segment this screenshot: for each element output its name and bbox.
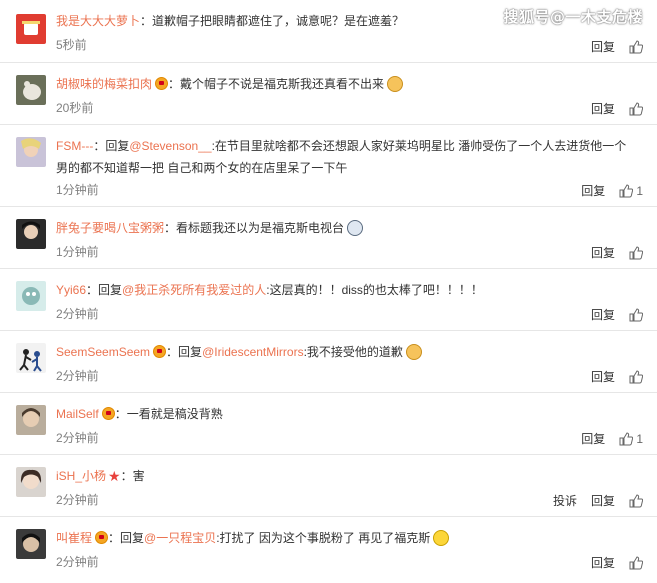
vip-crown-icon [101, 407, 115, 420]
reply-button[interactable]: 回复 [581, 182, 605, 199]
vip-crown-icon [153, 345, 167, 358]
comment-item: 胖兔子要喝八宝粥粥：看标题我还以为是福克斯电视台 1分钟前 回复 [0, 207, 657, 269]
thumbs-up-icon [629, 101, 643, 115]
comment-item: FSM---：回复@Stevenson__:在节目里就啥都不会还想跟人家好莱坞明… [0, 125, 657, 207]
mention-link[interactable]: @我正杀死所有我爱过的人 [122, 283, 266, 297]
comment-text: ：道歉帽子把眼睛都遮住了，诚意呢？是在遮羞？ [140, 14, 405, 28]
reply-button[interactable]: 回复 [591, 244, 615, 261]
comment-text: ：看标题我还以为是福克斯电视台 [164, 221, 345, 235]
timestamp: 1分钟前 [56, 183, 99, 197]
reply-button[interactable]: 回复 [591, 368, 615, 385]
username[interactable]: iSH_小杨 [56, 469, 106, 483]
cat-emoji-icon [405, 344, 422, 360]
comment-item: SeemSeemSeem ：回复@IridescentMirrors:我不接受他的… [0, 331, 657, 393]
like-button[interactable] [629, 555, 643, 570]
avatar[interactable] [16, 343, 46, 373]
timestamp: 2分钟前 [56, 555, 99, 569]
thumbs-up-icon [629, 39, 643, 53]
reply-button[interactable]: 回复 [581, 430, 605, 447]
like-button[interactable] [629, 101, 643, 116]
username[interactable]: FSM--- [56, 139, 93, 153]
like-button[interactable]: 1 [619, 432, 643, 446]
comment-item: 胡椒味的梅菜扣肉 ：戴个帽子不说是福克斯我还真看不出来 20秒前 回复 [0, 63, 657, 125]
like-button[interactable] [629, 39, 643, 54]
comment-text: ：戴个帽子不说是福克斯我还真看不出来 [168, 77, 385, 91]
reply-prefix: ：回复 [108, 531, 145, 545]
timestamp: 2分钟前 [56, 369, 99, 383]
thumbs-up-icon [629, 555, 643, 569]
comment-item: MailSelf ：一看就是稿没背熟 2分钟前 回复 1 [0, 393, 657, 455]
watermark: 搜狐号@一木支危楼 [503, 8, 643, 26]
username[interactable]: 我是大大大萝卜 [56, 14, 140, 28]
avatar[interactable] [16, 219, 46, 249]
reply-button[interactable]: 回复 [591, 100, 615, 117]
thumbs-up-icon [629, 493, 643, 507]
reply-prefix: ：回复 [93, 139, 130, 153]
timestamp: 1分钟前 [56, 245, 99, 259]
timestamp: 2分钟前 [56, 493, 99, 507]
username[interactable]: MailSelf [56, 407, 99, 421]
like-button[interactable] [629, 369, 643, 384]
avatar[interactable] [16, 14, 46, 44]
avatar[interactable] [16, 529, 46, 559]
comment-item: iSH_小杨 ★：害 2分钟前 投诉 回复 [0, 455, 657, 517]
timestamp: 2分钟前 [56, 307, 99, 321]
avatar[interactable] [16, 467, 46, 497]
tv-emoji-icon [347, 220, 364, 236]
timestamp: 20秒前 [56, 101, 94, 115]
comment-item: Yyi66：回复@我正杀死所有我爱过的人:这层真的！！diss的也太棒了吧！！！… [0, 269, 657, 331]
like-button[interactable] [629, 493, 643, 508]
like-button[interactable] [629, 245, 643, 260]
like-count: 1 [636, 183, 643, 198]
reply-prefix: ：回复 [86, 283, 123, 297]
comment-text: :打扰了 因为这个事脱粉了 再见了福克斯 [216, 531, 431, 545]
cat-emoji-icon [387, 76, 404, 92]
vip-crown-icon [95, 531, 109, 544]
comment-list: 我是大大大萝卜：道歉帽子把眼睛都遮住了，诚意呢？是在遮羞？ 5秒前 回复 胡椒味… [0, 0, 657, 580]
thumbs-up-icon [629, 245, 643, 259]
comment-text: ：害 [120, 469, 145, 483]
star-badge-icon: ★ [108, 468, 121, 484]
username[interactable]: Yyi66 [56, 283, 86, 297]
avatar[interactable] [16, 137, 46, 167]
comment-text: ：一看就是稿没背熟 [114, 407, 223, 421]
reply-button[interactable]: 回复 [591, 492, 615, 509]
mention-link[interactable]: @Stevenson__ [129, 139, 211, 153]
avatar[interactable] [16, 281, 46, 311]
reply-button[interactable]: 回复 [591, 554, 615, 571]
comment-text: :我不接受他的道歉 [303, 345, 403, 359]
username[interactable]: 胡椒味的梅菜扣肉 [56, 77, 152, 91]
comment-text: :这层真的！！diss的也太棒了吧！！！！ [266, 283, 483, 297]
mention-link[interactable]: @IridescentMirrors [202, 345, 304, 359]
comment-item: 叫崔程 ：回复@一只程宝贝:打扰了 因为这个事脱粉了 再见了福克斯 2分钟前 回复 [0, 517, 657, 580]
like-button[interactable]: 1 [619, 184, 643, 198]
reply-prefix: ：回复 [166, 345, 203, 359]
thumbs-up-icon [629, 369, 643, 383]
vip-crown-icon [155, 77, 169, 90]
reply-button[interactable]: 回复 [591, 306, 615, 323]
avatar[interactable] [16, 75, 46, 105]
like-count: 1 [636, 431, 643, 446]
mention-link[interactable]: @一只程宝贝 [144, 531, 216, 545]
like-button[interactable] [629, 307, 643, 322]
thumbs-up-icon [619, 183, 634, 197]
avatar[interactable] [16, 405, 46, 435]
reply-button[interactable]: 回复 [591, 38, 615, 55]
timestamp: 2分钟前 [56, 431, 99, 445]
timestamp: 5秒前 [56, 38, 87, 52]
thumbs-up-icon [629, 307, 643, 321]
username[interactable]: 胖兔子要喝八宝粥粥 [56, 221, 164, 235]
report-button[interactable]: 投诉 [553, 492, 577, 509]
username[interactable]: 叫崔程 [56, 531, 92, 545]
thumbs-up-icon [619, 431, 634, 445]
smile-emoji-icon [433, 530, 450, 546]
username[interactable]: SeemSeemSeem [56, 345, 150, 359]
